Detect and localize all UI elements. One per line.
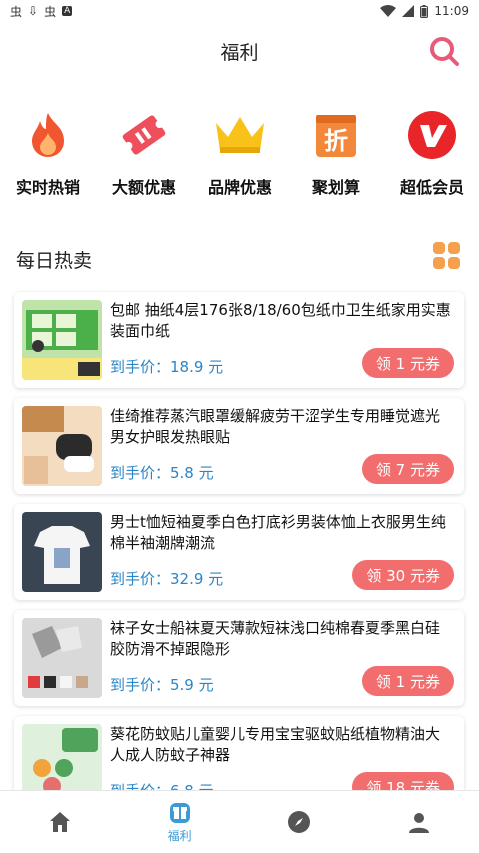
page-title: 福利 [220, 41, 259, 64]
category-label: 品牌优惠 [207, 178, 272, 197]
product-price: 到手价：32.9 元 [110, 570, 224, 588]
coupon-button[interactable]: 领 1 元券 [361, 348, 454, 378]
nav-discover[interactable] [240, 791, 360, 853]
product-price: 到手价：6.8 元 [110, 780, 214, 790]
category-big-discount[interactable]: 大额优惠 [96, 108, 192, 198]
category-row: 实时热销 大额优惠 品牌优惠 折 聚划算 超低会员 [0, 80, 479, 210]
product-price: 到手价：5.9 元 [110, 676, 214, 694]
product-title: 葵花防蚊贴儿童婴儿专用宝宝驱蚊贴纸植物精油大人成人防蚊子神器 [110, 725, 441, 764]
nav-welfare-label: 福利 [167, 828, 192, 843]
signal-icon [402, 5, 415, 17]
notification-icon: 虫 [10, 4, 23, 19]
category-label: 超低会员 [399, 178, 464, 197]
discount-icon: 折 [309, 108, 363, 162]
crown-icon [213, 108, 267, 162]
product-title: 袜子女士船袜夏天薄款短袜浅口纯棉春夏季黑白硅胶防滑不掉跟隐形 [110, 619, 441, 658]
coupon-button[interactable]: 领 30 元券 [352, 560, 454, 590]
product-card[interactable]: 包邮 抽纸4层176张8/18/60包纸巾卫生纸家用实惠装面巾纸 到手价：18.… [14, 292, 464, 388]
nav-profile[interactable] [359, 791, 479, 853]
product-image [22, 724, 102, 790]
vip-icon [405, 108, 459, 162]
battery-icon [420, 4, 429, 18]
product-title: 男士t恤短袖夏季白色打底衫男装体恤上衣服男生纯棉半袖潮牌潮流 [110, 513, 446, 552]
status-bar: 虫 ⇩ 虫 A 11:09 [0, 0, 479, 22]
grid-layout-icon[interactable] [433, 242, 461, 270]
product-image [22, 300, 102, 380]
section-header: 每日热卖 [0, 210, 479, 290]
clock: 11:09 [434, 4, 469, 18]
product-card[interactable]: 葵花防蚊贴儿童婴儿专用宝宝驱蚊贴纸植物精油大人成人防蚊子神器 到手价：6.8 元… [14, 716, 464, 790]
category-hot-sales[interactable]: 实时热销 [0, 108, 96, 198]
search-icon[interactable] [427, 34, 461, 68]
section-title: 每日热卖 [16, 250, 93, 272]
coupon-button[interactable]: 领 18 元券 [352, 772, 454, 790]
notification-icon: 虫 [44, 4, 57, 19]
product-card[interactable]: 佳绮推荐蒸汽眼罩缓解疲劳干涩学生专用睡觉遮光男女护眼发热眼贴 到手价：5.8 元… [14, 398, 464, 494]
nav-home[interactable] [0, 791, 120, 853]
category-brand-discount[interactable]: 品牌优惠 [192, 108, 288, 198]
download-icon: ⇩ [28, 4, 39, 18]
category-label: 大额优惠 [111, 178, 176, 197]
product-price: 到手价：18.9 元 [110, 358, 224, 376]
nav-welfare[interactable]: 福利 [120, 791, 240, 853]
product-title: 包邮 抽纸4层176张8/18/60包纸巾卫生纸家用实惠装面巾纸 [110, 301, 451, 340]
user-icon [409, 813, 430, 833]
product-title: 佳绮推荐蒸汽眼罩缓解疲劳干涩学生专用睡觉遮光男女护眼发热眼贴 [110, 407, 441, 446]
product-image [22, 512, 102, 592]
bottom-navigation: 福利 [0, 790, 479, 853]
ticket-icon [117, 108, 171, 162]
flame-icon [21, 108, 75, 162]
coupon-button[interactable]: 领 1 元券 [361, 666, 454, 696]
compass-icon [288, 811, 311, 833]
gift-icon [169, 802, 190, 823]
home-icon [49, 812, 70, 832]
header: 福利 [0, 22, 479, 80]
notification-icons: 虫 ⇩ 虫 A [10, 3, 73, 20]
category-ju-hua-suan[interactable]: 折 聚划算 [288, 108, 384, 198]
product-list: 包邮 抽纸4层176张8/18/60包纸巾卫生纸家用实惠装面巾纸 到手价：18.… [0, 290, 479, 790]
coupon-button[interactable]: 领 7 元券 [361, 454, 454, 484]
wifi-icon [380, 5, 397, 17]
product-card[interactable]: 男士t恤短袖夏季白色打底衫男装体恤上衣服男生纯棉半袖潮牌潮流 到手价：32.9 … [14, 504, 464, 600]
category-label: 聚划算 [311, 178, 360, 197]
product-price: 到手价：5.8 元 [110, 464, 214, 482]
app-notification-icon: A [62, 6, 73, 16]
category-label: 实时热销 [15, 178, 80, 197]
category-vip[interactable]: 超低会员 [384, 108, 479, 198]
product-image [22, 406, 102, 486]
svg-text:折: 折 [324, 127, 348, 155]
product-image [22, 618, 102, 698]
product-card[interactable]: 袜子女士船袜夏天薄款短袜浅口纯棉春夏季黑白硅胶防滑不掉跟隐形 到手价：5.9 元… [14, 610, 464, 706]
